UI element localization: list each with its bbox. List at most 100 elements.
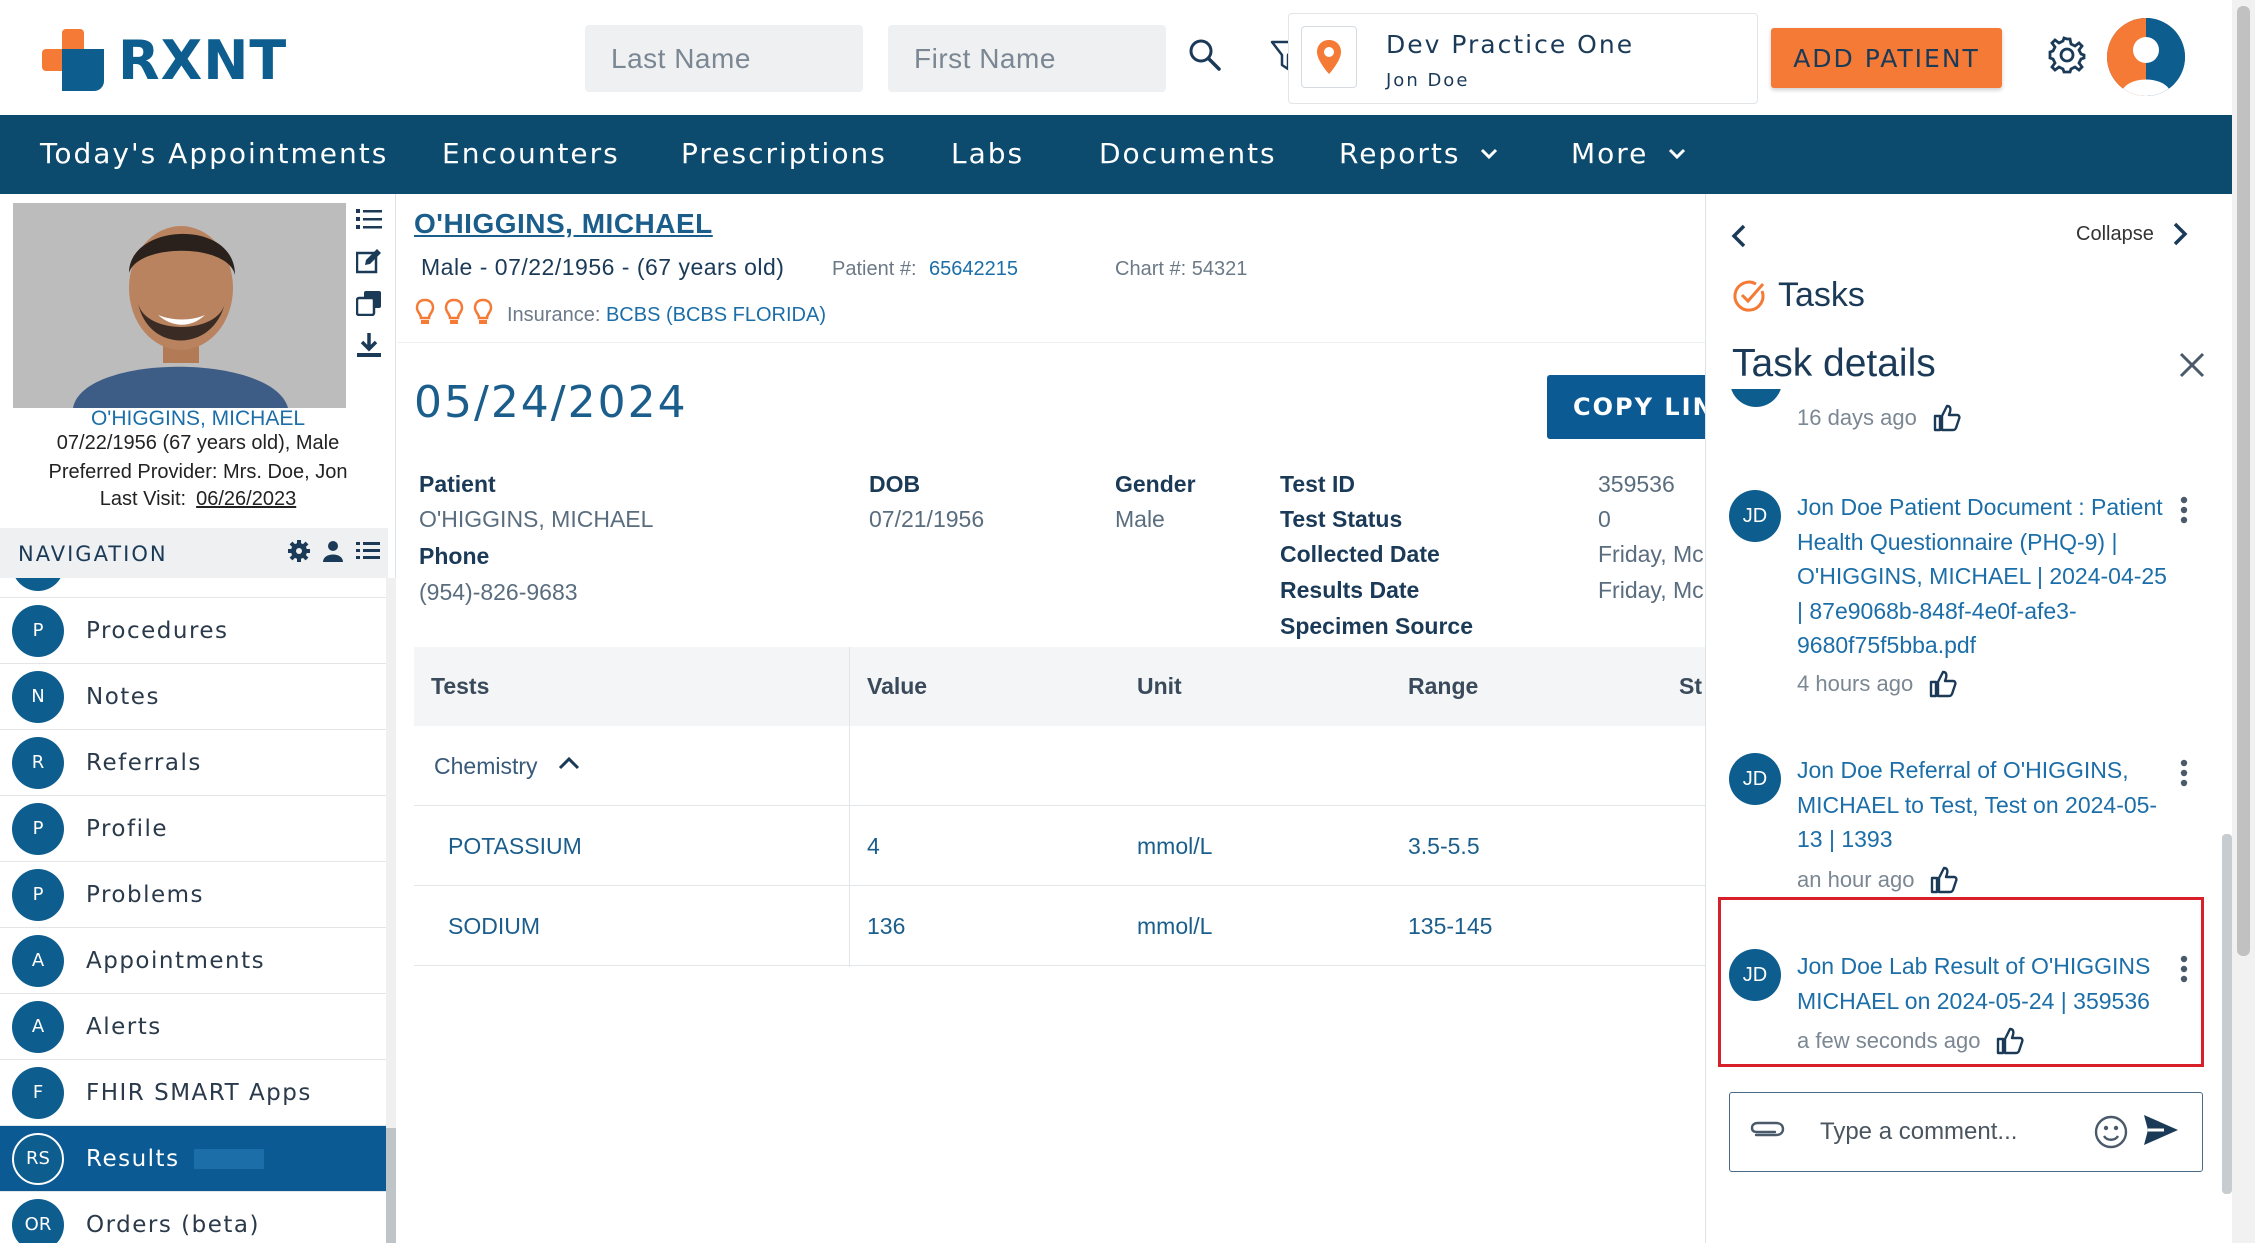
group-label: Chemistry [434, 753, 538, 779]
patient-name-link[interactable]: O'HIGGINS, MICHAEL [414, 208, 713, 240]
lightbulb-icon[interactable] [415, 298, 435, 326]
sidebar-patient-name[interactable]: O'HIGGINS, MICHAEL [0, 407, 396, 431]
nav-prescriptions[interactable]: Prescriptions [681, 137, 887, 170]
sidebar-item-procedures[interactable]: P Procedures [0, 598, 386, 664]
page-scrollbar[interactable] [2232, 0, 2255, 1243]
patient-tools [356, 206, 386, 374]
cell-unit: mmol/L [1137, 913, 1213, 939]
sidebar-item-alerts[interactable]: A Alerts [0, 994, 386, 1060]
results-count-badge [193, 1148, 264, 1169]
nav-label: Procedures [86, 617, 229, 644]
rxnt-logo[interactable]: RXNT [42, 29, 287, 92]
task-time-text: an hour ago [1797, 867, 1915, 892]
sidebar-last-visit: Last Visit: 06/26/2023 [0, 488, 396, 511]
col-value[interactable]: Value [867, 673, 927, 700]
sidebar-item-appointments[interactable]: A Appointments [0, 928, 386, 994]
paperclip-icon[interactable] [1748, 1117, 1786, 1141]
sidebar-item-orders[interactable]: OR Orders (beta) [0, 1192, 386, 1243]
sidebar-item-results[interactable]: RS Results [0, 1126, 386, 1192]
nav-initials: A [12, 1000, 64, 1053]
download-icon[interactable] [356, 332, 382, 358]
task-text-link[interactable]: Jon Doe Referral of O'HIGGINS, MICHAEL t… [1797, 753, 2177, 857]
thumbs-up-icon[interactable] [1933, 404, 1961, 432]
col-status[interactable]: St [1679, 673, 1702, 700]
practice-name: Dev Practice One [1386, 30, 1635, 59]
nav-encounters[interactable]: Encounters [442, 137, 620, 170]
patient-banner: O'HIGGINS, MICHAEL Male - 07/22/1956 - (… [397, 194, 1705, 342]
collapse-label: Collapse [2076, 222, 2154, 245]
nav-documents[interactable]: Documents [1099, 137, 1277, 170]
thumbs-up-icon[interactable] [1930, 866, 1959, 894]
sidebar-item-referrals[interactable]: R Referrals [0, 730, 386, 796]
person-icon[interactable] [322, 540, 344, 562]
practice-user: Jon Doe [1386, 70, 1470, 91]
list-icon[interactable] [356, 540, 380, 562]
check-circle-icon [1733, 280, 1765, 312]
test-id-label: Test ID [1280, 471, 1355, 497]
sidebar-patient-dob: 07/22/1956 (67 years old), Male [56, 432, 340, 454]
col-tests[interactable]: Tests [431, 673, 489, 700]
patient-number[interactable]: 65642215 [929, 258, 1018, 281]
dob-value: 07/21/1956 [869, 506, 985, 532]
sidebar-scrollbar[interactable] [386, 578, 396, 1243]
sidebar-item-vitals[interactable] [0, 578, 386, 598]
copy-link-button[interactable]: COPY LINK [1547, 375, 1705, 439]
nav-reports[interactable]: Reports [1339, 137, 1498, 170]
col-unit[interactable]: Unit [1137, 673, 1182, 700]
last-visit-date[interactable]: 06/26/2023 [196, 488, 296, 510]
collected-date-label: Collected Date [1280, 541, 1440, 567]
highlight-box [1718, 897, 2204, 1067]
task-time: 4 hours ago [1797, 670, 1957, 698]
sidebar-item-notes[interactable]: N Notes [0, 664, 386, 730]
task-time: 16 days ago [1797, 404, 1961, 432]
task-details-title: Task details [1732, 342, 1936, 385]
gear-icon[interactable] [2048, 36, 2086, 74]
lab-result-detail: 05/24/2024 COPY LINK Patient O'HIGGINS, … [397, 342, 1705, 1243]
navigation-header: NAVIGATION [0, 528, 388, 578]
user-avatar[interactable] [2107, 18, 2185, 96]
more-vertical-icon[interactable] [2180, 759, 2188, 787]
list-icon[interactable] [356, 206, 382, 232]
nav-todays-appointments[interactable]: Today's Appointments [40, 137, 388, 170]
nav-label: Alerts [86, 1013, 162, 1040]
insurance-info: Insurance: BCBS (BCBS FLORIDA) [507, 304, 826, 327]
search-icon[interactable] [1188, 38, 1222, 72]
nav-label: Today's Appointments [40, 137, 389, 170]
thumbs-up-icon[interactable] [1929, 670, 1957, 698]
edit-icon[interactable] [356, 248, 382, 274]
group-row-chemistry[interactable]: Chemistry [414, 726, 1705, 806]
cell-test: POTASSIUM [448, 833, 582, 859]
task-avatar [1730, 389, 1782, 407]
results-date-value: Friday, Mc [1598, 577, 1704, 603]
comment-input[interactable] [1820, 1113, 2100, 1151]
lightbulb-icon[interactable] [473, 298, 493, 326]
task-time: an hour ago [1797, 866, 1959, 894]
collapse-panel-button[interactable]: Collapse [2076, 222, 2188, 246]
nav-label: Reports [1339, 137, 1461, 170]
first-name-search-input[interactable] [888, 25, 1166, 92]
sidebar-item-fhir-smart-apps[interactable]: F FHIR SMART Apps [0, 1060, 386, 1126]
sidebar-item-profile[interactable]: P Profile [0, 796, 386, 862]
chevron-up-icon[interactable] [558, 756, 580, 770]
practice-selector[interactable]: Dev Practice One Jon Doe [1288, 13, 1758, 104]
close-icon[interactable] [2179, 352, 2205, 378]
cell-value: 136 [867, 913, 906, 939]
more-vertical-icon[interactable] [2180, 496, 2188, 524]
task-text-link[interactable]: Jon Doe Patient Document : Patient Healt… [1797, 490, 2177, 663]
send-icon[interactable] [2142, 1113, 2180, 1147]
copy-icon[interactable] [356, 290, 382, 316]
last-name-search-input[interactable] [585, 25, 863, 92]
col-range[interactable]: Range [1408, 673, 1478, 700]
gear-icon[interactable] [288, 540, 310, 562]
test-status-label: Test Status [1280, 506, 1403, 532]
nav-more[interactable]: More [1571, 137, 1686, 170]
chevron-left-icon[interactable] [1731, 224, 1747, 248]
emoji-icon[interactable] [2094, 1115, 2128, 1149]
cell-test: SODIUM [448, 913, 540, 939]
sidebar-item-problems[interactable]: P Problems [0, 862, 386, 928]
lightbulb-icon[interactable] [444, 298, 464, 326]
insurance-value[interactable]: BCBS (BCBS FLORIDA) [606, 304, 826, 326]
add-patient-button[interactable]: ADD PATIENT [1771, 28, 2002, 88]
tasks-scrollbar[interactable] [2222, 194, 2232, 1243]
nav-labs[interactable]: Labs [951, 137, 1024, 170]
